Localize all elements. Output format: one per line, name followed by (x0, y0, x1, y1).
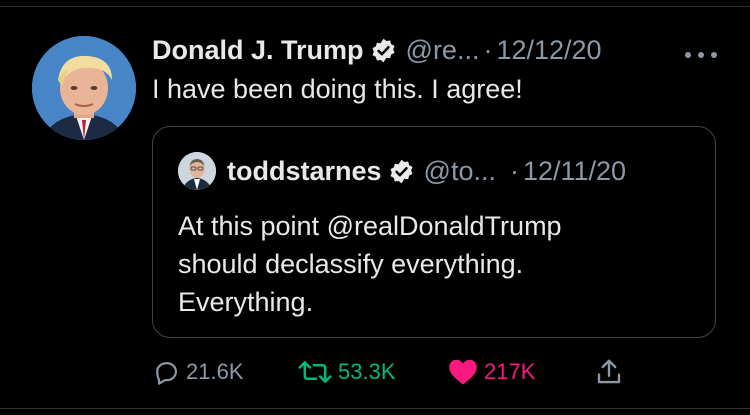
heart-icon (449, 359, 477, 385)
tweet-text: I have been doing this. I agree! (152, 74, 523, 104)
quoted-tweet-card[interactable]: toddstarnes @to... · 12/11/20 At this po… (152, 126, 716, 338)
retweet-button[interactable]: 53.3K (298, 352, 396, 392)
quoted-header-separator: · (509, 155, 519, 186)
quoted-tweet-header: toddstarnes @to... · 12/11/20 (227, 153, 626, 189)
share-icon (597, 359, 621, 384)
header-separator: · (483, 34, 493, 65)
author-avatar-image (32, 36, 136, 140)
share-button[interactable] (594, 352, 630, 392)
reply-icon (156, 362, 178, 385)
like-count: 217K (484, 359, 536, 384)
top-divider (0, 0, 750, 7)
author-handle[interactable]: @re... (406, 35, 480, 66)
quoted-author-avatar-image (178, 152, 216, 190)
like-button[interactable]: 217K (448, 352, 535, 392)
more-options-icon[interactable] (684, 46, 718, 58)
quoted-tweet-date[interactable]: 12/11/20 (523, 156, 626, 187)
retweet-count: 53.3K (338, 359, 396, 384)
tweet-header: Donald J. Trump @re... · 12/12/20 (152, 30, 602, 70)
reply-button[interactable]: 21.6K (152, 352, 244, 392)
verified-badge-icon (388, 158, 415, 185)
retweet-icon (298, 361, 332, 383)
verified-badge-icon (370, 37, 397, 64)
quoted-tweet-text: At this point @realDonaldTrump should de… (178, 211, 562, 317)
quoted-author-handle[interactable]: @to... (424, 156, 496, 187)
tweet-date[interactable]: 12/12/20 (496, 35, 601, 66)
bottom-divider (0, 408, 750, 409)
quoted-author-avatar[interactable] (178, 152, 216, 190)
author-avatar[interactable] (32, 36, 136, 140)
author-display-name[interactable]: Donald J. Trump (152, 35, 364, 66)
quoted-author-display-name[interactable]: toddstarnes (227, 156, 382, 187)
tweet-action-bar: 21.6K 53.3K 217K (0, 352, 750, 392)
reply-count: 21.6K (186, 359, 244, 384)
